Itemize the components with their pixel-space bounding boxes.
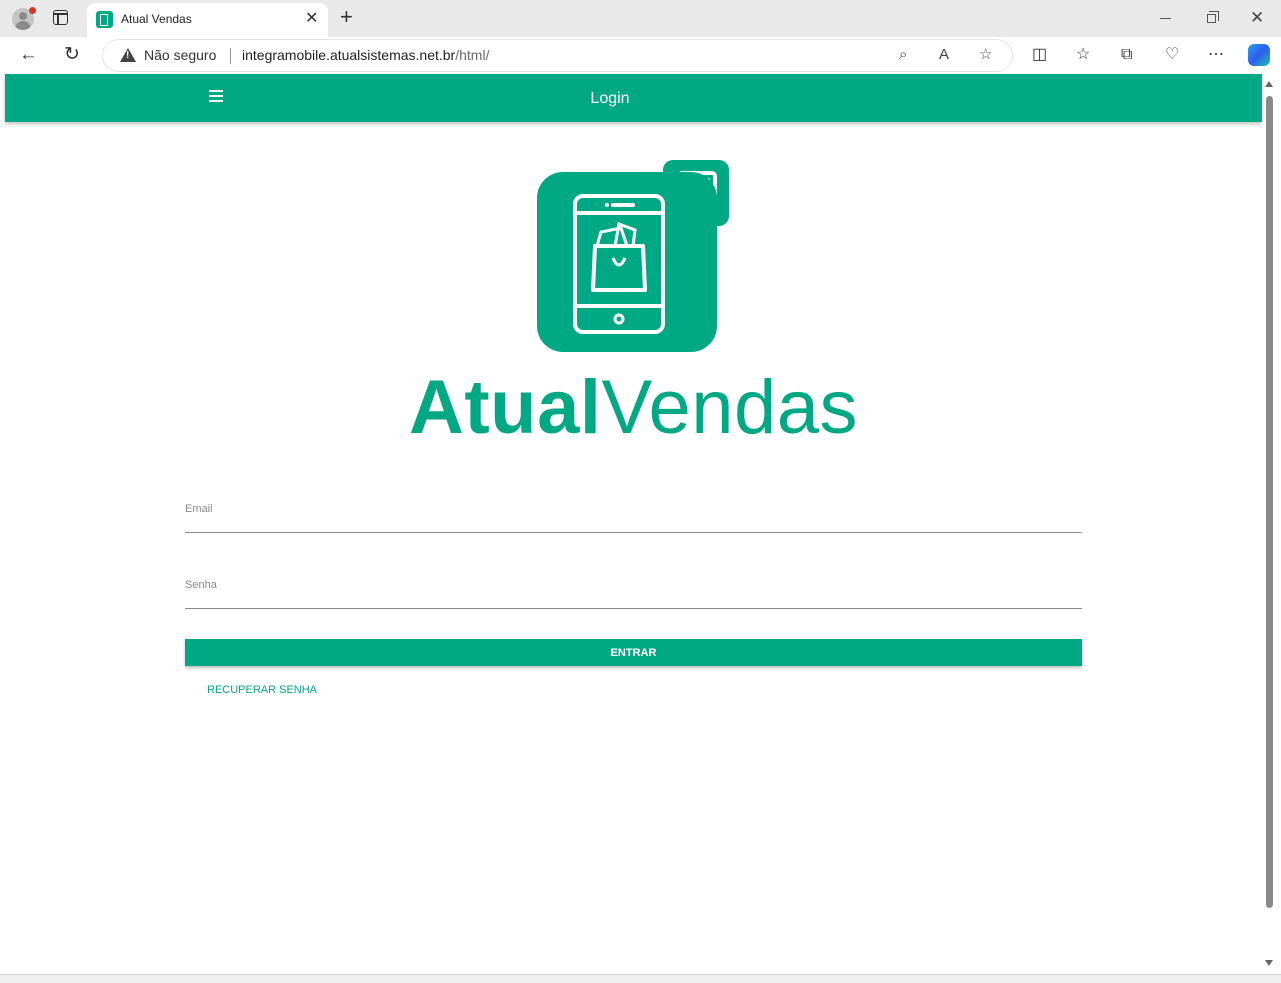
more-menu-icon[interactable]: ⋯	[1208, 46, 1224, 64]
recover-password-link[interactable]: RECUPERAR SENHA	[207, 684, 317, 696]
new-tab-icon[interactable]: +	[340, 5, 353, 29]
url-host: integramobile.atualsistemas.net.br	[242, 47, 456, 63]
url-path: /html/	[455, 47, 490, 63]
password-field[interactable]: Senha	[185, 569, 1082, 609]
split-screen-icon[interactable]: ◫	[1032, 46, 1047, 64]
browser-tab-bar: Atual Vendas ✕ + ✕	[0, 0, 1281, 37]
brand-word-atual: Atual	[408, 365, 602, 450]
window-close-icon[interactable]: ✕	[1250, 9, 1264, 27]
brand-word-vendas: Vendas	[601, 365, 859, 450]
page-viewport: Login AtualVendas Email Senha ENTRAR REC…	[5, 74, 1262, 974]
atual-vendas-logo-icon	[537, 160, 729, 352]
tab-actions-icon[interactable]	[53, 10, 68, 25]
zoom-icon[interactable]: ⌕	[899, 46, 907, 64]
app-header: Login	[5, 74, 1262, 122]
email-input[interactable]	[185, 493, 1082, 532]
restore-icon[interactable]	[1207, 11, 1219, 23]
security-status[interactable]: Não seguro	[144, 47, 216, 63]
login-button[interactable]: ENTRAR	[185, 639, 1082, 666]
page-title: Login	[590, 90, 630, 107]
favorite-star-icon[interactable]: ☆	[979, 46, 992, 64]
copilot-icon[interactable]	[1248, 44, 1270, 66]
read-aloud-icon[interactable]: A	[939, 46, 949, 64]
collections-icon[interactable]: ⧉	[1121, 46, 1132, 64]
scroll-down-arrow-icon[interactable]	[1265, 960, 1273, 966]
tab-title: Atual Vendas	[121, 12, 192, 26]
url-text[interactable]: integramobile.atualsistemas.net.br/html/	[242, 47, 489, 63]
browser-tab[interactable]: Atual Vendas ✕	[87, 3, 328, 37]
email-field[interactable]: Email	[185, 493, 1082, 533]
warning-icon[interactable]	[120, 48, 136, 62]
favicon-icon	[96, 11, 113, 28]
back-arrow-icon[interactable]: ←	[19, 43, 38, 67]
brand-wordmark: AtualVendas	[5, 364, 1262, 451]
address-bar[interactable]: Não seguro integramobile.atualsistemas.n…	[103, 40, 1012, 71]
window-bottom-border	[0, 974, 1281, 983]
browser-toolbar: ← ↻ Não seguro integramobile.atualsistem…	[0, 37, 1281, 74]
reload-icon[interactable]: ↻	[64, 43, 80, 67]
scroll-up-arrow-icon[interactable]	[1265, 81, 1273, 87]
tab-close-icon[interactable]: ✕	[305, 10, 318, 28]
minimize-icon[interactable]	[1160, 18, 1171, 19]
favorites-icon[interactable]: ☆	[1076, 46, 1090, 64]
profile-notification-dot	[29, 7, 36, 14]
address-separator	[230, 48, 231, 64]
browser-essentials-icon[interactable]: ♡	[1165, 46, 1179, 64]
scroll-thumb[interactable]	[1266, 96, 1273, 908]
password-input[interactable]	[185, 569, 1082, 608]
page-scrollbar[interactable]	[1262, 74, 1281, 974]
